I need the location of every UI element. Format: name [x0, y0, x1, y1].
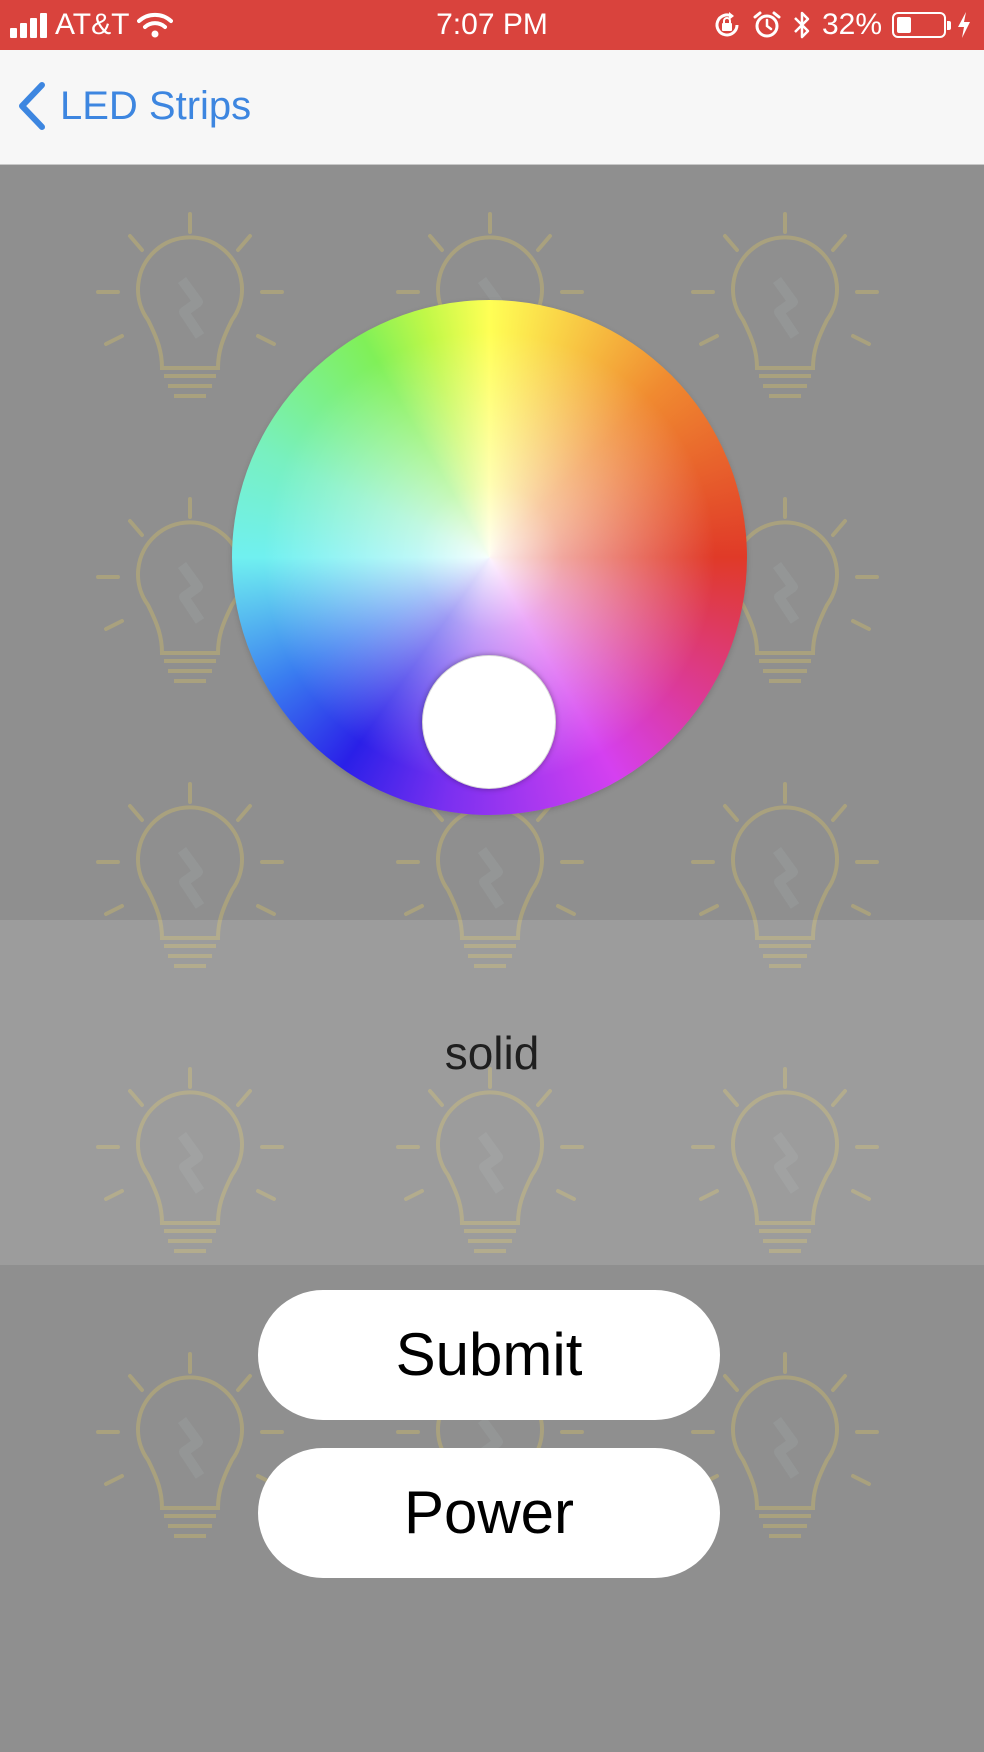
battery-icon [892, 12, 951, 38]
rotation-lock-icon [715, 12, 739, 37]
power-button[interactable]: Power [258, 1448, 720, 1578]
bluetooth-icon [794, 11, 810, 39]
cellular-signal-icon [10, 12, 47, 38]
wifi-icon [137, 12, 174, 38]
screen: AT&T 7:07 PM 32% LED Strips solid Submit… [0, 0, 984, 1752]
status-left: AT&T [10, 0, 174, 50]
battery-percent-label: 32% [821, 8, 882, 41]
navigation-bar: LED Strips [0, 50, 984, 165]
mode-picker-selected-item[interactable]: solid [0, 1018, 984, 1088]
submit-button[interactable]: Submit [258, 1290, 720, 1420]
back-button[interactable]: LED Strips [16, 76, 251, 136]
carrier-label: AT&T [55, 8, 130, 41]
color-wheel-handle[interactable] [422, 655, 556, 789]
status-bar: AT&T 7:07 PM 32% [0, 0, 984, 50]
mode-picker[interactable] [0, 920, 984, 1265]
alarm-icon [753, 11, 781, 38]
back-button-label: LED Strips [60, 83, 252, 128]
charging-bolt-icon [958, 12, 970, 38]
battery-level-fill [897, 17, 911, 33]
chevron-left-icon [19, 82, 45, 130]
status-right: 32% [712, 0, 972, 50]
